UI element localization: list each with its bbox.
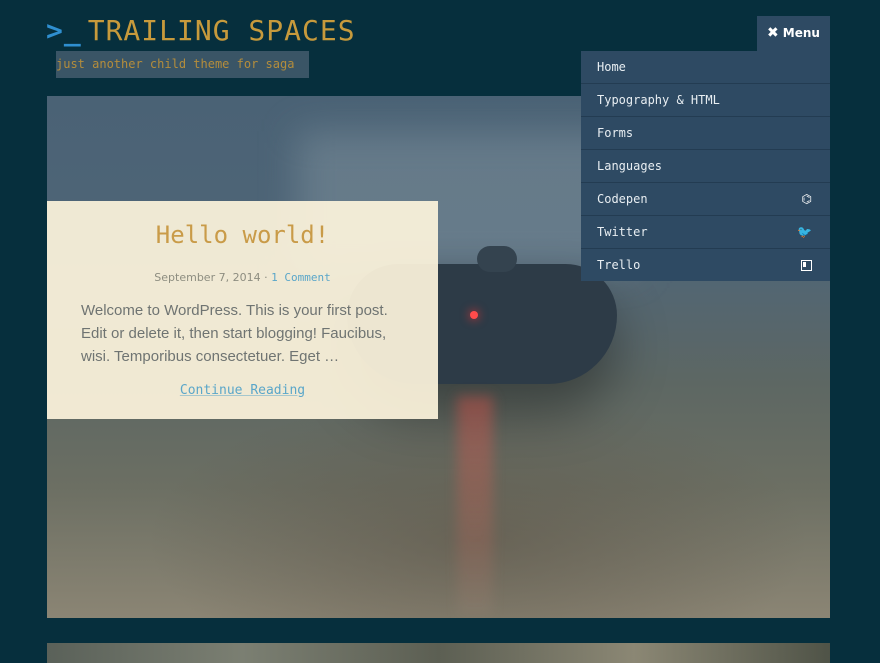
next-post-image[interactable] xyxy=(47,643,830,663)
menu-item-label: Trello xyxy=(597,258,641,272)
menu-item-label: Typography & HTML xyxy=(597,93,720,107)
menu-item-languages[interactable]: Languages xyxy=(581,150,830,183)
site-title[interactable]: >_ TRAILING SPACES xyxy=(46,14,356,47)
menu-item-forms[interactable]: Forms xyxy=(581,117,830,150)
main-menu: Home Typography & HTML Forms Languages C… xyxy=(581,51,830,281)
menu-item-home[interactable]: Home xyxy=(581,51,830,84)
menu-item-trello[interactable]: Trello xyxy=(581,249,830,281)
site-tagline: just another child theme for saga xyxy=(56,51,309,78)
menu-item-label: Twitter xyxy=(597,225,648,239)
site-title-text: TRAILING SPACES xyxy=(87,14,356,47)
menu-item-label: Forms xyxy=(597,126,634,140)
led-reflection xyxy=(457,396,493,616)
trello-icon xyxy=(801,259,812,271)
close-x-icon: ✖ xyxy=(767,25,779,41)
menu-item-typography[interactable]: Typography & HTML xyxy=(581,84,830,117)
terminal-prompt-icon: >_ xyxy=(46,14,82,47)
meta-separator: · xyxy=(264,271,268,284)
post-title[interactable]: Hello world! xyxy=(47,221,438,249)
controller-led xyxy=(470,311,478,319)
menu-item-label: Languages xyxy=(597,159,663,173)
menu-toggle-label: Menu xyxy=(782,26,820,40)
post-date[interactable]: September 7, 2014 xyxy=(154,271,260,284)
twitter-icon: 🐦 xyxy=(797,225,812,239)
codepen-icon: ⌬ xyxy=(801,192,812,206)
post-meta: September 7, 2014 · 1 Comment xyxy=(47,271,438,284)
comments-link[interactable]: 1 Comment xyxy=(271,271,331,284)
post-card: Hello world! September 7, 2014 · 1 Comme… xyxy=(47,201,438,419)
continue-reading-link[interactable]: Continue Reading xyxy=(47,383,438,398)
menu-item-codepen[interactable]: Codepen ⌬ xyxy=(581,183,830,216)
menu-toggle-button[interactable]: ✖ Menu xyxy=(757,16,830,51)
post-excerpt: Welcome to WordPress. This is your first… xyxy=(81,302,388,365)
menu-item-twitter[interactable]: Twitter 🐦 xyxy=(581,216,830,249)
menu-item-label: Codepen xyxy=(597,192,648,206)
menu-item-label: Home xyxy=(597,60,626,74)
